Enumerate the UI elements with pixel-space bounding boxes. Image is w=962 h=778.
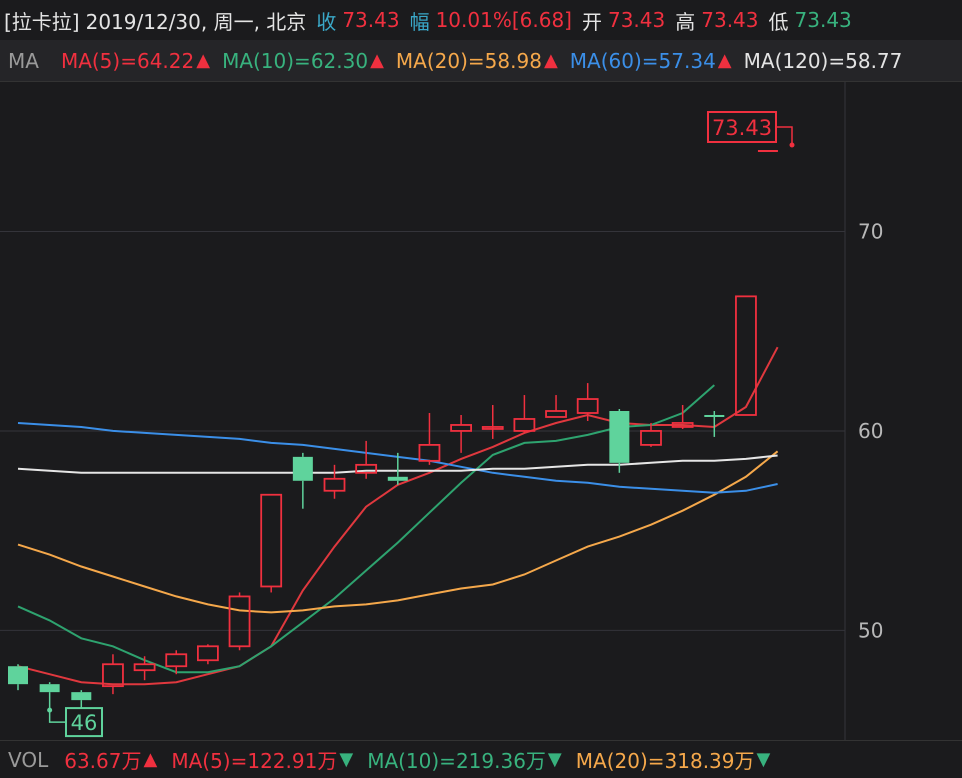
candle	[292, 452, 313, 509]
candlestick-chart[interactable]: 70 60 50 73.43 46	[0, 82, 962, 740]
vol-label: VOL	[8, 747, 49, 772]
candle	[576, 383, 599, 421]
low-label: 低	[768, 9, 789, 34]
candle-body	[228, 595, 251, 648]
vol-ma20-down-arrow-icon: ▼	[756, 749, 771, 770]
candle	[418, 412, 441, 465]
y-tick-label: 60	[858, 419, 883, 443]
vol-ma10-down-arrow-icon: ▼	[547, 749, 562, 770]
quote-date: 2019/12/30, 周一, 北京	[85, 9, 307, 34]
candle-body	[640, 430, 662, 446]
candle	[39, 682, 60, 711]
candle-body	[418, 443, 441, 462]
candle-body	[513, 418, 536, 432]
candle-body	[735, 295, 757, 416]
close-value: 73.43	[342, 8, 400, 32]
candle-body	[576, 398, 599, 414]
y-tick-label: 50	[858, 618, 883, 642]
stock-name: [拉卡拉]	[4, 9, 80, 34]
ma60-up-arrow-icon: ▲	[717, 50, 732, 71]
candle	[609, 409, 630, 473]
candle	[8, 664, 28, 691]
ma60-legend: MA(60)=57.34	[569, 48, 716, 73]
quote-info-bar: [拉卡拉] 2019/12/30, 周一, 北京 收 73.43 幅 10.01…	[0, 0, 962, 40]
candle	[481, 405, 504, 439]
candle	[260, 493, 283, 593]
ma5-line	[17, 346, 779, 686]
candle	[196, 644, 219, 665]
ma-legend-bar: MA MA(5)=64.22 ▲ MA(10)=62.30 ▲ MA(20)=5…	[0, 40, 962, 82]
grid-lines	[0, 82, 846, 740]
candle	[323, 464, 346, 499]
ma5-legend: MA(5)=64.22	[60, 48, 195, 73]
vol-ma20-legend: MA(20)=318.39万	[575, 749, 755, 773]
candle	[165, 650, 188, 675]
candle-body	[39, 684, 60, 693]
candle-body	[387, 476, 408, 481]
ma5-up-arrow-icon: ▲	[196, 50, 211, 71]
vol-ma5-down-arrow-icon: ▼	[339, 749, 354, 770]
min-price-leader	[48, 710, 66, 723]
candle	[450, 414, 473, 453]
volume-legend-bar: VOL 63.67万 ▲ MA(5)=122.91万 ▼ MA(10)=219.…	[0, 740, 962, 778]
candle-body	[165, 653, 188, 668]
ma10-legend: MA(10)=62.30	[222, 48, 369, 73]
candle	[228, 592, 251, 651]
candle-body	[133, 663, 156, 672]
vol-up-arrow-icon: ▲	[143, 749, 158, 770]
candle	[133, 656, 156, 681]
candle-body	[323, 477, 346, 492]
candles	[8, 295, 757, 711]
candle	[513, 395, 536, 433]
candle	[640, 422, 662, 447]
price-axis: 70 60 50	[858, 220, 883, 643]
candle	[102, 654, 124, 695]
vol-ma10-legend: MA(10)=219.36万	[367, 749, 546, 773]
open-label: 开	[581, 9, 602, 34]
y-tick-label: 70	[858, 220, 883, 244]
candle	[735, 295, 757, 416]
high-label: 高	[675, 9, 696, 34]
candle	[355, 440, 378, 479]
candle	[704, 411, 725, 437]
ma10-up-arrow-icon: ▲	[370, 50, 384, 71]
candle-body	[8, 666, 28, 685]
candle	[71, 690, 92, 709]
min-price-label: 46	[71, 711, 98, 735]
candle-body	[704, 414, 725, 417]
moving-average-lines	[17, 346, 779, 686]
candle-body	[196, 645, 219, 662]
candle-body	[609, 411, 630, 463]
max-price-label: 73.43	[712, 116, 772, 140]
open-value: 73.43	[607, 8, 666, 32]
max-price-leader	[776, 126, 793, 145]
vol-value: 63.67万	[64, 749, 142, 773]
low-value: 73.43	[794, 8, 852, 32]
max-price-dot	[789, 142, 795, 148]
candle-body	[71, 692, 92, 701]
change-label: 幅	[409, 9, 430, 34]
candle	[545, 395, 567, 418]
ma20-up-arrow-icon: ▲	[543, 50, 558, 71]
vol-ma5-legend: MA(5)=122.91万	[171, 749, 338, 773]
change-percent: 10.01%	[435, 8, 512, 32]
ma120-legend: MA(120)=58.77	[743, 48, 903, 73]
high-value: 73.43	[701, 8, 759, 32]
change-amount: [6.68]	[511, 8, 572, 32]
candle-body	[292, 456, 313, 481]
candle-body	[545, 410, 567, 418]
ma20-legend: MA(20)=58.98	[395, 48, 542, 73]
close-label: 收	[316, 9, 337, 34]
candle-body	[260, 493, 283, 588]
candle-body	[450, 424, 473, 432]
ma-label: MA	[8, 48, 39, 73]
